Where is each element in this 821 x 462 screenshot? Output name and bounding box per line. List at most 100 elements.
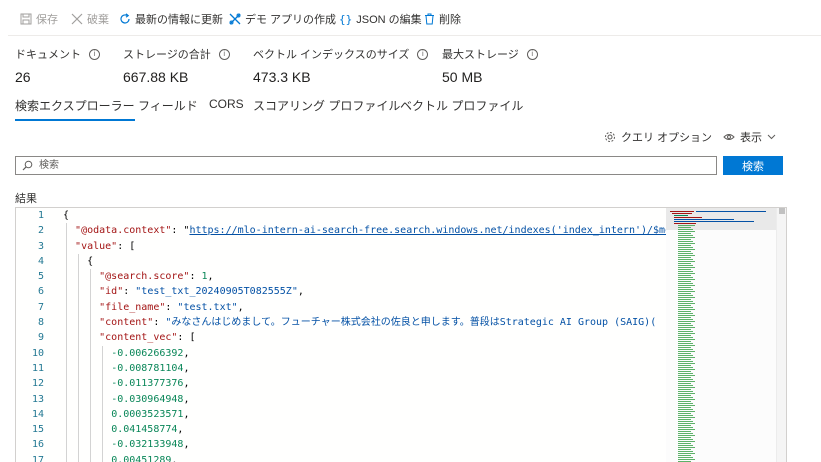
code-line[interactable]: 8 "content": "みなさんはじめまして。フューチャー株式会社の佐良と申し… <box>16 315 666 330</box>
minimap-line <box>678 317 691 318</box>
minimap-line <box>678 357 695 358</box>
view-dropdown[interactable]: 表示 <box>723 129 781 145</box>
tab-cors[interactable]: CORS <box>209 97 244 119</box>
minimap-line <box>678 379 693 380</box>
minimap-line <box>678 387 695 388</box>
results-editor[interactable]: 1{2 "@odata.context": "https://mlo-intern… <box>15 207 787 462</box>
line-content: -0.011377376, <box>111 376 189 391</box>
delete-button[interactable]: 削除 <box>424 10 461 28</box>
line-number: 12 <box>31 378 44 390</box>
minimap[interactable] <box>666 208 776 462</box>
tab-scoring-profiles[interactable]: スコアリング プロファイル <box>253 97 400 119</box>
code-line[interactable]: 10 -0.006266392, <box>16 346 666 361</box>
edit-json-button[interactable]: {} JSON の編集 <box>339 10 422 28</box>
scrollbar-thumb[interactable] <box>779 208 785 214</box>
code-line[interactable]: 12 -0.011377376, <box>16 376 666 391</box>
stat-value: 667.88 KB <box>123 69 189 85</box>
code-line[interactable]: 16 -0.032133948, <box>16 437 666 452</box>
search-button[interactable]: 検索 <box>723 156 783 175</box>
code-token: -0.011377376 <box>111 378 184 390</box>
minimap-line <box>678 373 693 374</box>
minimap-line <box>678 237 695 238</box>
minimap-line <box>678 259 693 260</box>
code-line[interactable]: 9 "content_vec": [ <box>16 330 666 345</box>
code-area[interactable]: 1{2 "@odata.context": "https://mlo-intern… <box>16 208 689 462</box>
code-line[interactable]: 2 "@odata.context": "https://mlo-intern-a… <box>16 223 689 238</box>
minimap-line <box>678 251 691 252</box>
search-input[interactable] <box>37 159 641 172</box>
minimap-line <box>678 351 695 352</box>
minimap-line <box>678 337 693 338</box>
line-content: -0.008781104, <box>111 361 189 376</box>
create-demo-app-button[interactable]: デモ アプリの作成 <box>229 10 336 28</box>
minimap-line <box>678 451 693 452</box>
minimap-line <box>678 299 691 300</box>
minimap-line <box>678 261 695 262</box>
minimap-line <box>678 363 695 364</box>
minimap-line <box>678 359 691 360</box>
view-label: 表示 <box>740 132 762 144</box>
minimap-line <box>678 275 691 276</box>
code-line[interactable]: 13 -0.030964948, <box>16 392 666 407</box>
stat-documents: ドキュメント i 26 <box>15 46 100 85</box>
code-token: "content" <box>99 317 154 329</box>
info-icon[interactable]: i <box>89 48 100 60</box>
minimap-line <box>678 411 695 412</box>
code-token: : <box>153 317 166 329</box>
delete-label: 削除 <box>439 14 461 26</box>
minimap-line <box>678 431 691 432</box>
vertical-scrollbar[interactable] <box>776 208 786 462</box>
minimap-line <box>678 247 693 248</box>
minimap-line <box>678 361 693 362</box>
info-icon[interactable]: i <box>526 48 538 60</box>
edit-json-label: JSON の編集 <box>356 14 422 26</box>
minimap-line <box>678 389 691 390</box>
code-line[interactable]: 1{ <box>16 208 666 223</box>
info-icon[interactable]: i <box>417 48 429 60</box>
minimap-line <box>678 243 695 244</box>
tab-fields[interactable]: フィールド <box>138 97 198 119</box>
minimap-line <box>678 253 693 254</box>
minimap-line <box>678 403 693 404</box>
line-content: "value": [ <box>75 239 135 254</box>
minimap-line <box>678 265 693 266</box>
minimap-line <box>678 371 691 372</box>
tab-search-explorer[interactable]: 検索エクスプローラー <box>15 97 135 121</box>
refresh-button[interactable]: 最新の情報に更新 <box>119 10 223 28</box>
tools-icon <box>229 13 241 25</box>
stat-label: ベクトル インデックスのサイズ <box>253 49 410 61</box>
line-content: -0.030964948, <box>111 392 189 407</box>
code-token: , <box>183 393 190 405</box>
minimap-line <box>678 365 691 366</box>
minimap-line <box>678 257 691 258</box>
code-line[interactable]: 15 0.041458774, <box>16 422 666 437</box>
code-line[interactable]: 11 -0.008781104, <box>16 361 666 376</box>
minimap-line <box>678 281 691 282</box>
query-options-button[interactable]: クエリ オプション <box>604 129 712 145</box>
code-line[interactable]: 7 "file_name": "test.txt", <box>16 300 666 315</box>
code-token: https://mlo-intern-ai-search-free.search… <box>189 225 690 237</box>
minimap-line <box>674 217 702 218</box>
code-line[interactable]: 3 "value": [ <box>16 239 666 254</box>
indent-guide <box>90 269 92 462</box>
tab-vector-profiles[interactable]: ベクトル プロファイル <box>400 97 523 119</box>
info-icon[interactable]: i <box>218 48 230 60</box>
close-icon <box>71 13 83 25</box>
code-line[interactable]: 4{ <box>16 254 666 269</box>
save-icon <box>20 13 32 25</box>
code-token: , <box>183 347 190 359</box>
minimap-line <box>678 377 691 378</box>
code-line[interactable]: 5 "@search.score": 1, <box>16 269 666 284</box>
code-token: : <box>189 271 202 283</box>
minimap-line <box>678 421 693 422</box>
save-button[interactable]: 保存 <box>20 10 58 28</box>
line-content: 0.0003523571, <box>111 407 189 422</box>
code-line[interactable]: 14 0.0003523571, <box>16 407 666 422</box>
chevron-down-icon <box>767 134 776 140</box>
discard-button[interactable]: 破棄 <box>71 10 109 28</box>
code-line[interactable]: 6 "id": "test_txt_20240905T082555Z", <box>16 284 666 299</box>
line-content: "file_name": "test.txt", <box>99 300 244 315</box>
code-token: , <box>297 286 304 298</box>
line-number: 9 <box>37 332 44 344</box>
minimap-line <box>678 399 695 400</box>
